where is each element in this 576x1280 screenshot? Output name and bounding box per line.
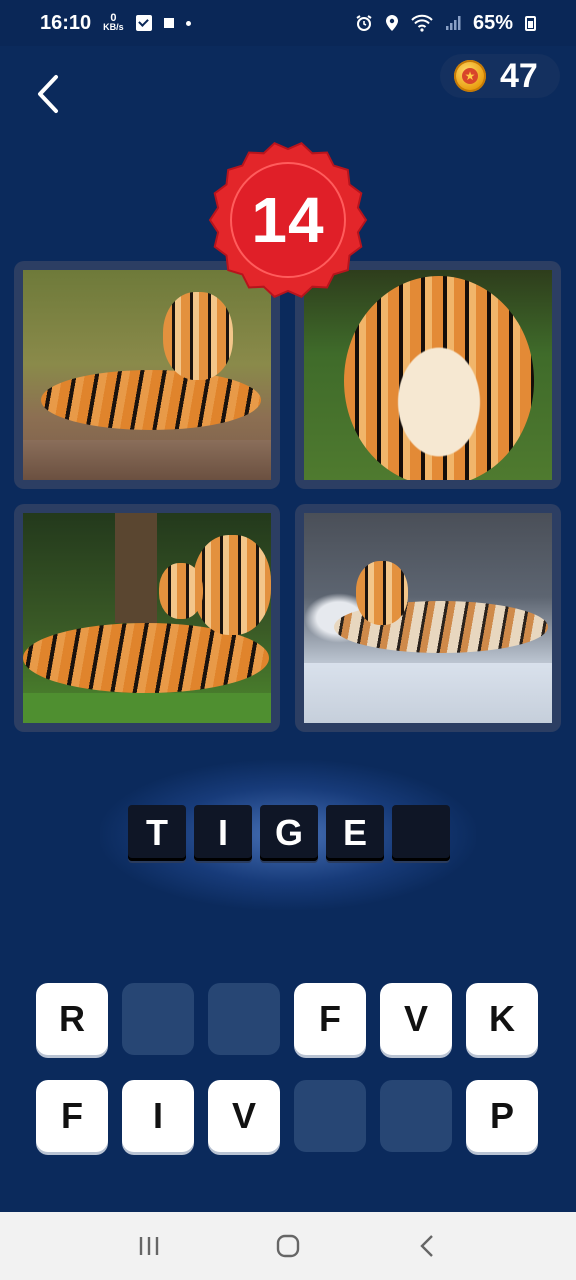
net-speed-unit: KB/s bbox=[103, 22, 124, 32]
answer-slot-3[interactable]: G bbox=[260, 805, 318, 861]
tiger-photo-3 bbox=[23, 513, 271, 723]
home-icon bbox=[276, 1234, 300, 1258]
wifi-icon bbox=[411, 14, 433, 32]
letter-key-empty bbox=[294, 1080, 366, 1152]
battery-icon bbox=[525, 15, 536, 31]
answer-slots: T I G E bbox=[128, 805, 450, 861]
back-icon bbox=[419, 1235, 433, 1257]
letter-keyboard: R F V K F I V P bbox=[36, 983, 540, 1177]
location-icon bbox=[385, 15, 398, 31]
letter-key[interactable]: K bbox=[466, 983, 538, 1055]
letter-key[interactable]: I bbox=[122, 1080, 194, 1152]
letter-key[interactable]: V bbox=[380, 983, 452, 1055]
letter-key-empty bbox=[380, 1080, 452, 1152]
coin-count: 47 bbox=[500, 56, 538, 95]
signal-icon bbox=[445, 16, 461, 30]
letter-key-empty bbox=[208, 983, 280, 1055]
letter-key[interactable]: R bbox=[36, 983, 108, 1055]
tiger-photo-1 bbox=[23, 270, 271, 480]
letter-key[interactable]: P bbox=[466, 1080, 538, 1152]
back-button[interactable] bbox=[28, 72, 68, 116]
stop-icon bbox=[163, 18, 174, 28]
status-right: 65% bbox=[355, 12, 536, 35]
letter-key[interactable]: V bbox=[208, 1080, 280, 1152]
coin-balance[interactable]: ★ 47 bbox=[440, 54, 560, 98]
picture-tile-4[interactable] bbox=[295, 504, 561, 732]
coin-icon: ★ bbox=[454, 60, 486, 92]
letter-key-empty bbox=[122, 983, 194, 1055]
level-number: 14 bbox=[251, 184, 325, 256]
letter-row-2: F I V P bbox=[36, 1080, 540, 1152]
net-speed: 0 KB/s bbox=[103, 13, 124, 32]
battery-percent: 65% bbox=[472, 11, 513, 34]
checkbox-icon bbox=[135, 15, 152, 31]
alarm-icon bbox=[356, 15, 372, 31]
recent-apps-button[interactable] bbox=[127, 1224, 171, 1268]
answer-slot-2[interactable]: I bbox=[194, 805, 252, 861]
letter-key[interactable]: F bbox=[36, 1080, 108, 1152]
picture-tile-3[interactable] bbox=[14, 504, 280, 732]
tiger-photo-4 bbox=[304, 513, 552, 723]
status-time: 16:10 bbox=[40, 11, 92, 34]
nav-back-button[interactable] bbox=[405, 1224, 449, 1268]
tiger-photo-2 bbox=[304, 270, 552, 480]
system-nav-bar bbox=[0, 1212, 576, 1280]
dot-icon bbox=[185, 20, 191, 26]
answer-slot-4[interactable]: E bbox=[326, 805, 384, 861]
status-bar: 16:10 0 KB/s 65% bbox=[0, 0, 576, 46]
home-button[interactable] bbox=[266, 1224, 310, 1268]
status-left: 16:10 0 KB/s bbox=[40, 12, 191, 35]
answer-slot-1[interactable]: T bbox=[128, 805, 186, 861]
answer-slot-5[interactable] bbox=[392, 805, 450, 861]
recent-apps-icon bbox=[140, 1237, 159, 1255]
chevron-left-icon bbox=[38, 75, 58, 113]
letter-row-1: R F V K bbox=[36, 983, 540, 1055]
letter-key[interactable]: F bbox=[294, 983, 366, 1055]
level-badge: 14 bbox=[208, 140, 368, 300]
